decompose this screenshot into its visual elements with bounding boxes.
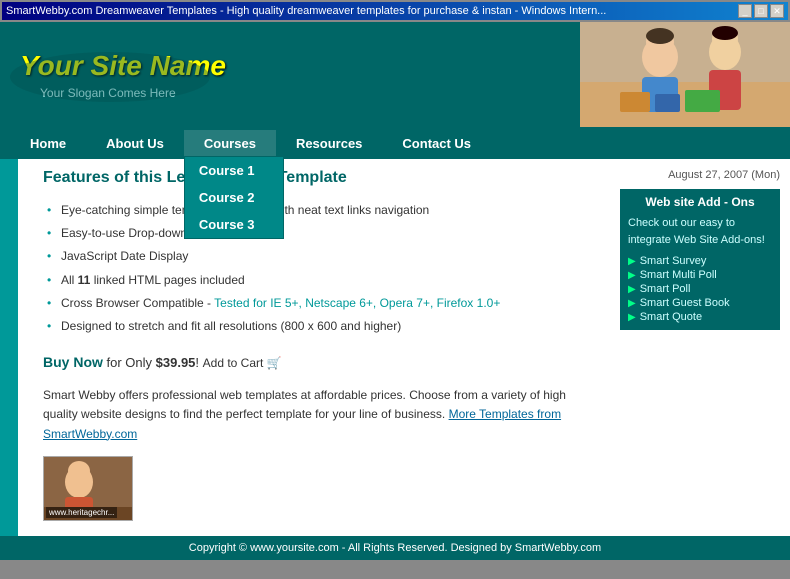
nav-contact[interactable]: Contact Us <box>382 130 491 157</box>
main-layout: Features of this Learning/Kids Template … <box>0 159 790 536</box>
sidebar-box-title: Web site Add - Ons <box>628 195 772 209</box>
price-text: $39.95 <box>156 355 196 370</box>
arrow-icon: ▶ <box>628 312 636 323</box>
nav-courses[interactable]: Courses <box>184 130 276 157</box>
close-button[interactable]: ✕ <box>770 4 784 18</box>
site-header: Your Site Name Your Slogan Comes Here <box>0 22 790 127</box>
nav-bar: Home About Us Courses Course 1 Course 2 … <box>0 127 790 159</box>
header-image <box>580 22 790 127</box>
sidebar-link-guestbook[interactable]: ▶ Smart Guest Book <box>628 296 772 310</box>
sidebar-link-quote[interactable]: ▶ Smart Quote <box>628 310 772 324</box>
list-item: Eye-catching simple template designed wi… <box>43 199 595 222</box>
list-item: Easy-to-use Drop-down Menus <box>43 222 595 245</box>
browser-title: SmartWebby.com Dreamweaver Templates - H… <box>6 5 606 17</box>
buy-now-link[interactable]: Buy Now <box>43 354 103 370</box>
maximize-button[interactable]: □ <box>754 4 768 18</box>
courses-dropdown: Course 1 Course 2 Course 3 <box>184 156 284 239</box>
arrow-icon: ▶ <box>628 256 636 267</box>
nav-resources[interactable]: Resources <box>276 130 382 157</box>
minimize-button[interactable]: _ <box>738 4 752 18</box>
list-item: Designed to stretch and fit all resoluti… <box>43 315 595 338</box>
arrow-icon: ▶ <box>628 284 636 295</box>
description-text: Smart Webby offers professional web temp… <box>43 386 595 444</box>
nav-about[interactable]: About Us <box>86 130 184 157</box>
nav-courses-wrapper: Courses Course 1 Course 2 Course 3 <box>184 130 276 157</box>
sidebar-addons-box: Web site Add - Ons Check out our easy to… <box>620 189 780 330</box>
header-photo <box>580 22 790 127</box>
sidebar: August 27, 2007 (Mon) Web site Add - Ons… <box>610 159 790 536</box>
header-left: Your Site Name Your Slogan Comes Here <box>0 35 580 115</box>
bottom-thumbnail: www.heritagechr... <box>43 456 133 521</box>
browser-window: SmartWebby.com Dreamweaver Templates - H… <box>0 0 790 22</box>
feature-list: Eye-catching simple template designed wi… <box>43 199 595 338</box>
nav-home[interactable]: Home <box>10 130 86 157</box>
dropdown-course1[interactable]: Course 1 <box>185 157 283 184</box>
dropdown-course2[interactable]: Course 2 <box>185 184 283 211</box>
browser-compat-link[interactable]: Tested for IE 5+, Netscape 6+, Opera 7+,… <box>214 296 500 310</box>
list-item: JavaScript Date Display <box>43 245 595 268</box>
sidebar-link-survey[interactable]: ▶ Smart Survey <box>628 254 772 268</box>
content-area: Features of this Learning/Kids Template … <box>18 159 610 536</box>
header-oval-decoration <box>10 52 210 102</box>
list-item: Cross Browser Compatible - Tested for IE… <box>43 292 595 315</box>
add-to-cart-link[interactable]: Add to Cart 🛒 <box>203 356 282 370</box>
thumb-label: www.heritagechr... <box>46 507 117 518</box>
sidebar-link-multipoll[interactable]: ▶ Smart Multi Poll <box>628 268 772 282</box>
title-bar: SmartWebby.com Dreamweaver Templates - H… <box>2 2 788 20</box>
teal-strip <box>0 159 18 536</box>
arrow-icon: ▶ <box>628 298 636 309</box>
arrow-icon: ▶ <box>628 270 636 281</box>
page-wrapper: Your Site Name Your Slogan Comes Here <box>0 22 790 560</box>
sidebar-date: August 27, 2007 (Mon) <box>620 169 780 181</box>
sidebar-link-poll[interactable]: ▶ Smart Poll <box>628 282 772 296</box>
page-title: Features of this Learning/Kids Template <box>43 169 595 187</box>
buy-line: Buy Now for Only $39.95! Add to Cart 🛒 <box>43 354 595 370</box>
footer-text: Copyright © www.yoursite.com - All Right… <box>189 542 601 554</box>
cart-icon: 🛒 <box>267 356 282 370</box>
sidebar-box-text: Check out our easy to integrate Web Site… <box>628 215 772 248</box>
list-item: All 11 linked HTML pages included <box>43 269 595 292</box>
title-bar-buttons: _ □ ✕ <box>738 4 784 18</box>
dropdown-course3[interactable]: Course 3 <box>185 211 283 238</box>
page-footer: Copyright © www.yoursite.com - All Right… <box>0 536 790 560</box>
